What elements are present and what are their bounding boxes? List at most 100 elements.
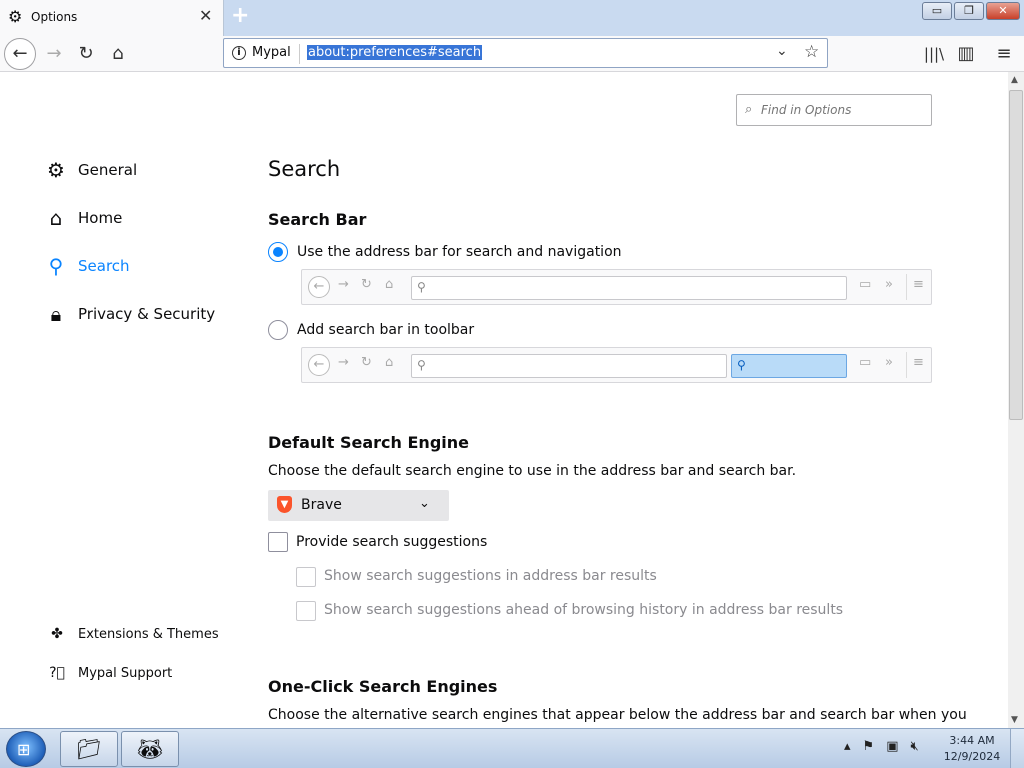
search-bar-heading: Search Bar — [268, 210, 367, 229]
toolbar-search-option-label[interactable]: Add search bar in toolbar — [297, 322, 474, 338]
forward-button[interactable]: → — [38, 38, 70, 70]
preferences-page: ⌕ ⚙ General ⌂ Home ⚲ Search 🔒︎ Privacy &… — [0, 72, 1008, 728]
extensions-themes-link[interactable]: ✤ Extensions & Themes — [48, 626, 219, 642]
scroll-up-arrow-icon[interactable]: ▲ — [1011, 75, 1018, 85]
default-engine-heading: Default Search Engine — [268, 433, 469, 452]
start-button[interactable]: ⊞ — [6, 731, 46, 767]
category-general[interactable]: ⚙ General — [44, 154, 137, 186]
provide-suggestions-label[interactable]: Provide search suggestions — [296, 534, 487, 550]
suggestions-ahead-of-history-checkbox[interactable] — [296, 601, 316, 621]
address-bar-radio[interactable] — [268, 242, 288, 262]
preview-url-field: ⚲ — [411, 354, 727, 378]
tab-strip: ⚙ Options ✕ + ▭ ❐ ✕ — [0, 0, 1024, 36]
close-window-button[interactable]: ✕ — [986, 2, 1020, 20]
category-search[interactable]: ⚲ Search — [44, 250, 130, 282]
action-center-flag-icon[interactable]: ⚑ — [863, 739, 875, 754]
url-text[interactable]: about:preferences#search — [307, 45, 483, 60]
restore-button[interactable]: ❐ — [954, 2, 984, 20]
overflow-icon: » — [885, 355, 893, 370]
preview-divider — [906, 274, 907, 300]
bookmark-star-icon[interactable]: ☆ — [804, 42, 819, 62]
address-bar[interactable]: i Mypal about:preferences#search ⌄ ☆ — [223, 38, 828, 68]
sidebar-button[interactable]: ▥ — [950, 38, 982, 70]
navigation-toolbar: ← → ↻ ⌂ i Mypal about:preferences#search… — [0, 36, 1024, 72]
reload-icon: ↻ — [361, 355, 372, 370]
home-icon: ⌂ — [385, 355, 394, 370]
library-icon: ▭ — [859, 355, 872, 370]
minimize-button[interactable]: ▭ — [922, 2, 952, 20]
folder-icon: 📁︎ — [76, 737, 102, 761]
address-bar-option-label[interactable]: Use the address bar for search and navig… — [297, 244, 622, 260]
one-click-engines-heading: One-Click Search Engines — [268, 677, 498, 696]
back-icon: ← — [308, 276, 330, 298]
clock-time: 3:44 AM — [949, 734, 995, 747]
category-label: Search — [78, 257, 130, 275]
support-link[interactable]: ?⃝ Mypal Support — [48, 665, 172, 681]
suggestions-ahead-of-history-label[interactable]: Show search suggestions ahead of browsin… — [324, 602, 843, 618]
network-icon[interactable]: ▣ — [886, 739, 898, 754]
taskbar-file-explorer[interactable]: 📁︎ — [60, 731, 118, 767]
menu-icon: ≡ — [913, 355, 924, 370]
preview-url-field: ⚲ — [411, 276, 847, 300]
suggestions-in-address-bar-checkbox[interactable] — [296, 567, 316, 587]
back-button[interactable]: ← — [4, 38, 36, 70]
close-tab-icon[interactable]: ✕ — [199, 8, 212, 24]
default-engine-select[interactable]: ▼ Brave ⌄ — [268, 490, 449, 521]
home-icon: ⌂ — [49, 206, 63, 230]
reload-button[interactable]: ↻ — [70, 38, 102, 70]
tab-title: Options — [31, 10, 78, 24]
site-identity-button[interactable]: i Mypal — [232, 45, 291, 60]
new-tab-button[interactable]: + — [231, 4, 249, 28]
one-click-engines-description: Choose the alternative search engines th… — [268, 707, 967, 723]
url-dropdown-chevron-icon[interactable]: ⌄ — [776, 43, 788, 59]
forward-icon: → — [338, 355, 349, 370]
search-icon: ⚲ — [48, 254, 64, 278]
search-icon: ⚲ — [737, 358, 746, 372]
toolbar-search-radio[interactable] — [268, 320, 288, 340]
default-engine-description: Choose the default search engine to use … — [268, 463, 797, 479]
scroll-down-arrow-icon[interactable]: ▼ — [1011, 715, 1018, 725]
footer-link-label: Extensions & Themes — [78, 626, 219, 642]
brave-lion-icon: ▼ — [277, 496, 292, 513]
forward-icon: → — [338, 277, 349, 292]
footer-link-label: Mypal Support — [78, 665, 173, 681]
menu-icon: ≡ — [913, 277, 924, 292]
category-privacy[interactable]: 🔒︎ Privacy & Security — [44, 298, 215, 330]
category-home[interactable]: ⌂ Home — [44, 202, 123, 234]
toolbar-search-preview: ← → ↻ ⌂ ⚲ ⚲ ▭ » ≡ — [301, 347, 932, 383]
page-title: Search — [268, 157, 341, 181]
library-icon: ▭ — [859, 277, 872, 292]
preview-divider — [906, 352, 907, 378]
window-controls: ▭ ❐ ✕ — [920, 2, 1020, 22]
show-hidden-icons-icon[interactable]: ▴ — [844, 739, 851, 754]
home-icon: ⌂ — [385, 277, 394, 292]
preview-search-field: ⚲ — [731, 354, 847, 378]
help-icon: ?⃝ — [49, 665, 65, 681]
home-button[interactable]: ⌂ — [102, 38, 134, 70]
windows-taskbar: ⊞ 📁︎ 🦝︎ ▴ ⚑ ▣ 🔇︎ 3:44 AM 12/9/2024 — [0, 728, 1024, 768]
taskbar-clock[interactable]: 3:44 AM 12/9/2024 — [940, 733, 1004, 765]
suggestions-in-address-bar-label[interactable]: Show search suggestions in address bar r… — [324, 568, 657, 584]
tab-options[interactable]: ⚙ Options ✕ — [0, 0, 224, 36]
engine-name: Brave — [301, 497, 342, 513]
identity-label: Mypal — [252, 45, 291, 60]
show-desktop-button[interactable] — [1010, 729, 1024, 768]
reload-icon: ↻ — [361, 277, 372, 292]
menu-button[interactable]: ≡ — [988, 38, 1020, 70]
volume-muted-icon[interactable]: 🔇︎ — [910, 739, 918, 754]
taskbar-mypal[interactable]: 🦝︎ — [121, 731, 179, 767]
search-icon: ⚲ — [417, 358, 426, 372]
system-tray: ▴ ⚑ ▣ 🔇︎ — [844, 739, 931, 754]
find-in-options-input[interactable] — [761, 100, 921, 120]
gear-icon: ⚙ — [47, 158, 65, 182]
scrollbar-thumb[interactable] — [1009, 90, 1023, 420]
gear-icon: ⚙ — [8, 7, 23, 26]
address-bar-preview: ← → ↻ ⌂ ⚲ ▭ » ≡ — [301, 269, 932, 305]
provide-suggestions-checkbox[interactable] — [268, 532, 288, 552]
windows-logo-icon: ⊞ — [17, 740, 31, 759]
find-in-options[interactable]: ⌕ — [736, 94, 932, 126]
library-button[interactable]: |||\ — [918, 38, 950, 70]
search-icon: ⚲ — [417, 280, 426, 294]
vertical-scrollbar[interactable]: ▲ ▼ — [1008, 72, 1024, 728]
category-label: Privacy & Security — [78, 305, 216, 323]
